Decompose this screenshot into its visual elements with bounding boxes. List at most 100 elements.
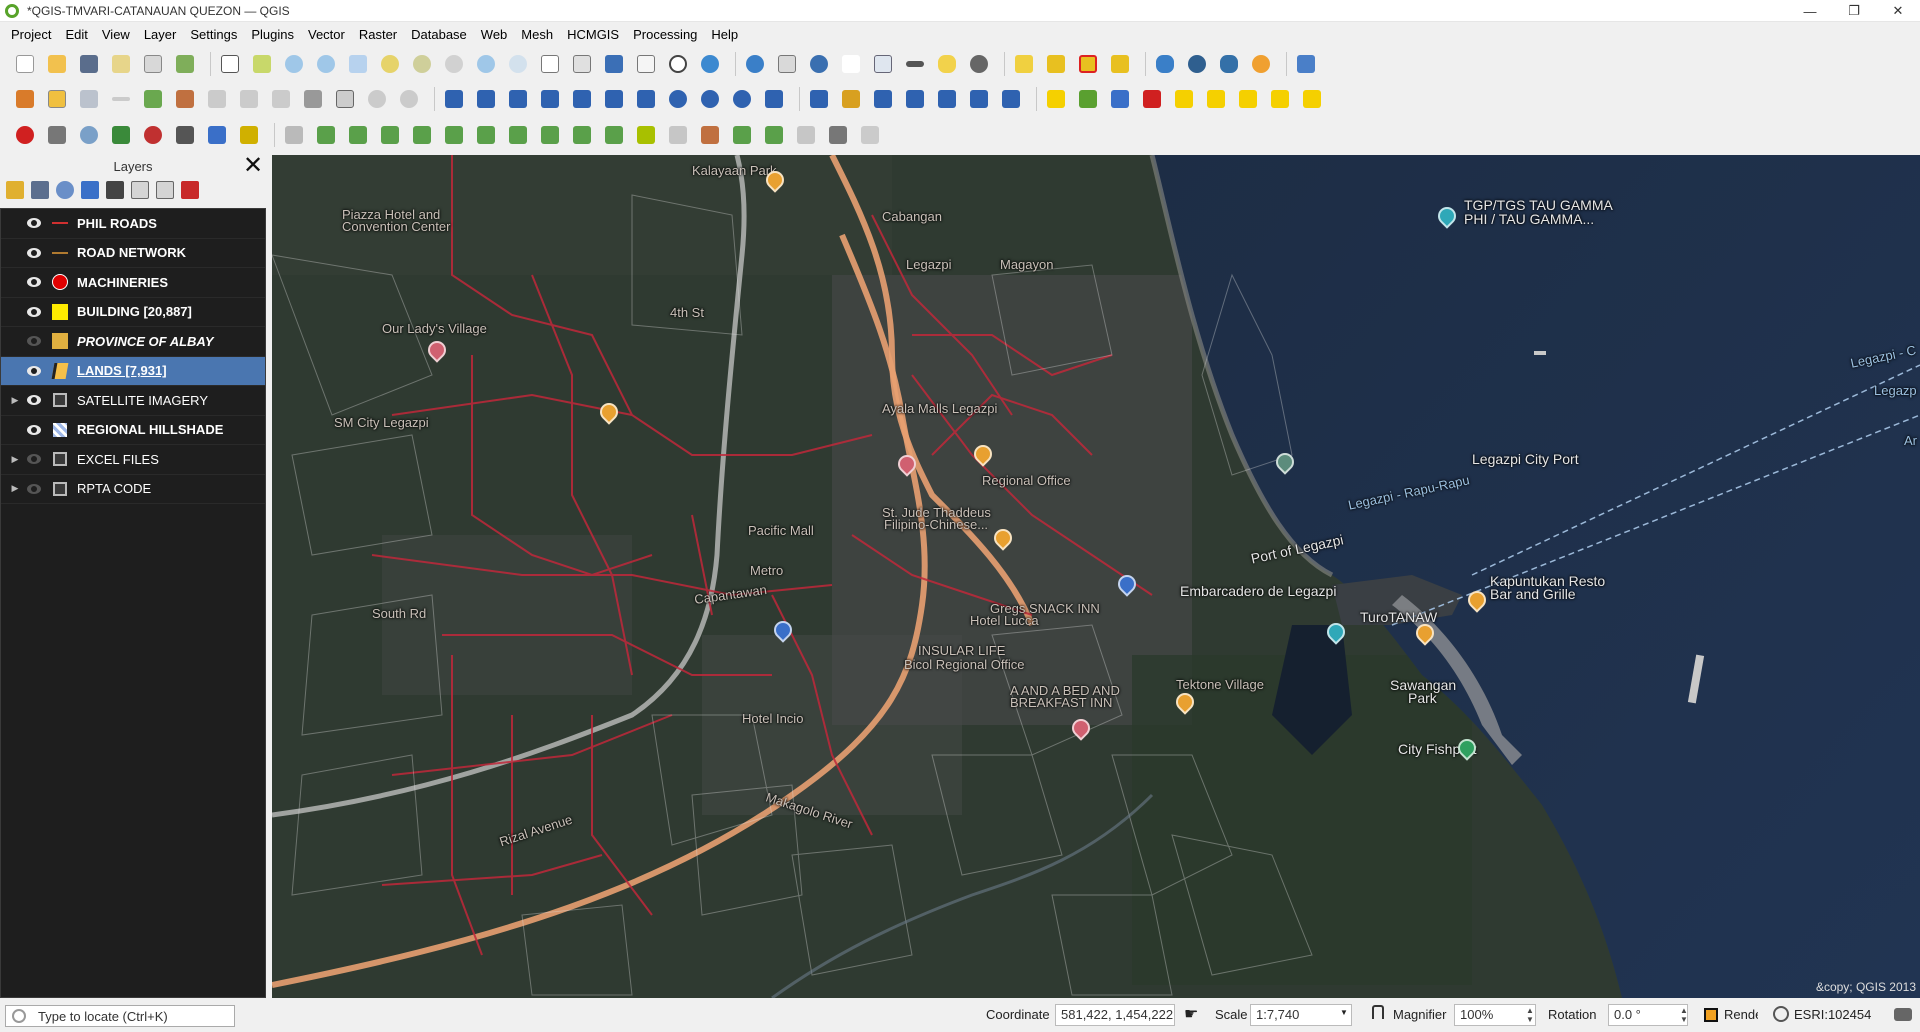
add-group-icon[interactable] (31, 181, 49, 199)
rotation-stepper[interactable]: ▲ ▼ (1680, 1004, 1690, 1026)
scale-feature-button[interactable] (377, 122, 403, 148)
label-pin-button[interactable] (1107, 86, 1133, 112)
db-manager-button[interactable] (1152, 51, 1178, 77)
zoom-to-layer-button[interactable] (409, 51, 435, 77)
trace-tool-button[interactable] (236, 122, 262, 148)
visibility-eye-icon[interactable] (27, 483, 41, 494)
python-console-button[interactable] (1216, 51, 1242, 77)
new-3d-map-view-button[interactable] (569, 51, 595, 77)
delete-selected-button[interactable] (236, 86, 262, 112)
layer-row[interactable]: ▶ EXCEL FILES (1, 445, 265, 475)
digitize-point-button[interactable] (441, 86, 467, 112)
layout-manager-button[interactable] (140, 51, 166, 77)
select-features-button[interactable] (1011, 51, 1037, 77)
visibility-eye-icon[interactable] (27, 218, 41, 229)
filter-legend-icon[interactable] (81, 181, 99, 199)
menu-edit[interactable]: Edit (58, 24, 94, 45)
point-scatter-button[interactable] (761, 86, 787, 112)
expand-arrow-icon[interactable]: ▶ (7, 395, 23, 406)
add-ring-button[interactable] (441, 122, 467, 148)
scale-dropdown-icon[interactable]: ▼ (1340, 1008, 1348, 1017)
new-bookmark-button[interactable] (601, 51, 627, 77)
reshape-button[interactable] (934, 86, 960, 112)
modify-attributes-button[interactable] (204, 86, 230, 112)
label-change-button[interactable] (1299, 86, 1325, 112)
save-project-button[interactable] (76, 51, 102, 77)
manage-visibility-icon[interactable] (56, 181, 74, 199)
undo-button[interactable] (364, 86, 390, 112)
digitize-poly-button[interactable] (601, 86, 627, 112)
menu-plugins[interactable]: Plugins (244, 24, 301, 45)
menu-mesh[interactable]: Mesh (514, 24, 560, 45)
reproject-globe-button[interactable] (697, 86, 723, 112)
magnet-snap-button[interactable] (12, 122, 38, 148)
merge-attributes-button[interactable] (761, 122, 787, 148)
label-move-button[interactable] (1203, 86, 1229, 112)
digitize-funnel-button[interactable] (633, 86, 659, 112)
zoom-full-button[interactable] (345, 51, 371, 77)
menu-view[interactable]: View (95, 24, 137, 45)
visibility-eye-icon[interactable] (27, 454, 41, 465)
label-tool-button[interactable] (1043, 86, 1069, 112)
visibility-eye-icon[interactable] (27, 247, 41, 258)
menu-web[interactable]: Web (474, 24, 515, 45)
close-window-button[interactable]: ✕ (1876, 0, 1920, 22)
visibility-eye-icon[interactable] (27, 306, 41, 317)
layer-row[interactable]: REGIONAL HILLSHADE (1, 416, 265, 445)
label-show-hide-button[interactable] (1139, 86, 1165, 112)
diagram-tool-button[interactable] (1075, 86, 1101, 112)
new-print-layout-button[interactable] (108, 51, 134, 77)
magnifier-field[interactable]: 100% (1454, 1004, 1536, 1026)
zoom-in-button[interactable] (281, 51, 307, 77)
cut-features-button[interactable] (268, 86, 294, 112)
menu-processing[interactable]: Processing (626, 24, 704, 45)
render-checkbox[interactable] (1704, 1008, 1718, 1022)
temporal-controller-button[interactable] (665, 51, 691, 77)
step-down-icon[interactable]: ▼ (1526, 1015, 1536, 1024)
layer-row[interactable]: ▶ SATELLITE IMAGERY (1, 386, 265, 416)
rotation-field[interactable]: 0.0 ° (1608, 1004, 1688, 1026)
deselect-all-button[interactable] (1075, 51, 1101, 77)
map-tips-button[interactable] (934, 51, 960, 77)
open-layer-styling-icon[interactable] (6, 181, 24, 199)
add-polygon-button[interactable] (140, 86, 166, 112)
visibility-eye-icon[interactable] (27, 365, 41, 376)
current-edits-button[interactable] (12, 86, 38, 112)
new-map-view-button[interactable] (537, 51, 563, 77)
merge-features-button[interactable] (729, 122, 755, 148)
pan-to-selection-button[interactable] (249, 51, 275, 77)
minimize-button[interactable]: — (1788, 0, 1832, 22)
expand-all-icon[interactable] (131, 181, 149, 199)
restore-button[interactable]: ❐ (1832, 0, 1876, 22)
layer-row[interactable]: PROVINCE OF ALBAY (1, 327, 265, 357)
attribute-table-button[interactable] (870, 51, 896, 77)
layer-row[interactable]: BUILDING [20,887] (1, 298, 265, 327)
menu-raster[interactable]: Raster (352, 24, 404, 45)
plugin-globe-button[interactable] (1184, 51, 1210, 77)
delete-ring-button[interactable] (537, 122, 563, 148)
menu-database[interactable]: Database (404, 24, 474, 45)
save-edits-button[interactable] (76, 86, 102, 112)
magnifier-stepper[interactable]: ▲ ▼ (1526, 1004, 1536, 1026)
select-by-location-button[interactable] (1107, 51, 1133, 77)
coordinate-field[interactable]: 581,422, 1,454,222 (1055, 1004, 1175, 1026)
visibility-eye-icon[interactable] (27, 336, 41, 347)
digitize-curve-button[interactable] (537, 86, 563, 112)
layers-panel-close-button[interactable]: ✕ (242, 152, 264, 179)
statistical-summary-button[interactable] (838, 51, 864, 77)
processing-toolbox-button[interactable] (806, 51, 832, 77)
topology-checker-button[interactable] (838, 86, 864, 112)
open-field-calculator-button[interactable] (774, 51, 800, 77)
vertex-tool-button[interactable] (172, 86, 198, 112)
snap-intersection-button[interactable] (172, 122, 198, 148)
refresh-button[interactable] (697, 51, 723, 77)
split-parts-button[interactable] (697, 122, 723, 148)
snap-vertex-button[interactable] (44, 122, 70, 148)
show-bookmarks-button[interactable] (633, 51, 659, 77)
menu-vector[interactable]: Vector (301, 24, 352, 45)
layer-row[interactable]: LANDS [7,931] (1, 356, 265, 386)
split-lines-button[interactable] (902, 86, 928, 112)
paste-features-button[interactable] (332, 86, 358, 112)
add-part-button[interactable] (473, 122, 499, 148)
remove-layer-icon[interactable] (181, 181, 199, 199)
